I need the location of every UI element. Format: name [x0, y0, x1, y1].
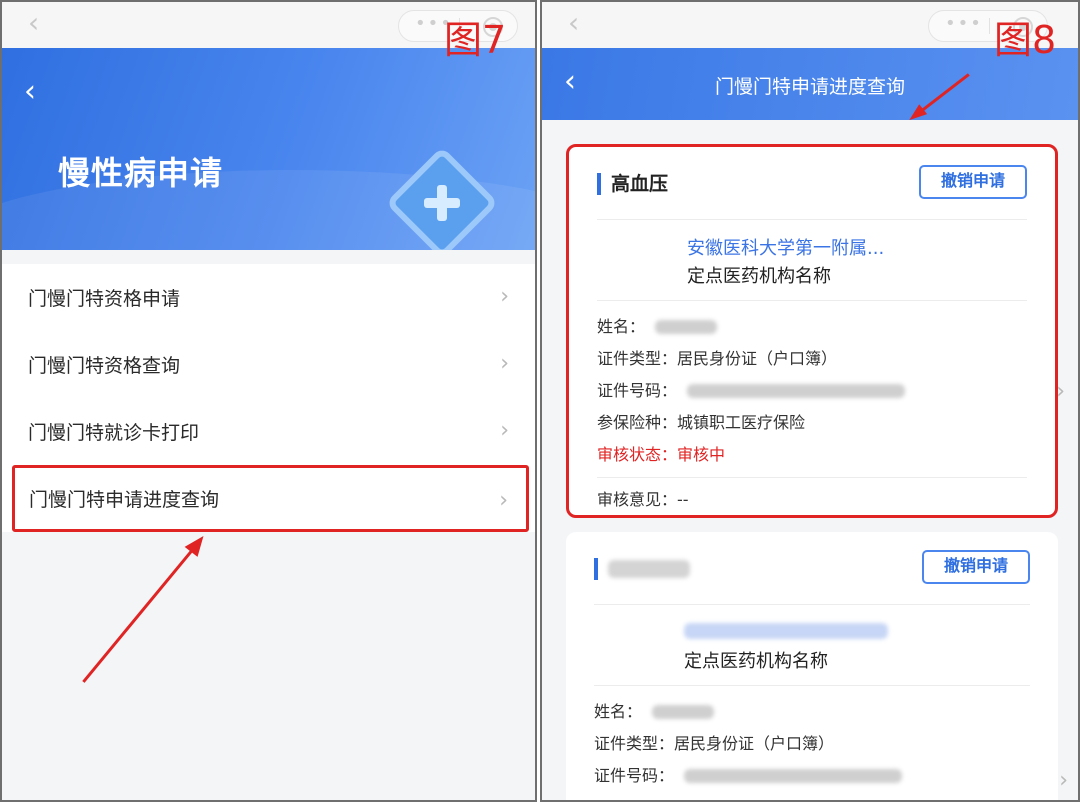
id-number-redacted — [687, 384, 905, 398]
insurance-value: 城镇职工医疗保险 — [677, 413, 806, 432]
menu-item-qualification-apply[interactable]: 门慢门特资格申请 › — [2, 264, 535, 331]
id-number-label: 证件号码： — [597, 381, 678, 400]
chevron-right-icon: › — [500, 418, 509, 443]
opinion-row: 审核意见：-- — [597, 478, 1027, 522]
applicant-info: 姓名： 证件类型：居民身份证（户口簿） 证件号码： — [594, 686, 1030, 792]
status-value: 审核中 — [677, 445, 726, 464]
institution-block: 定点医药机构名称 — [594, 605, 1030, 685]
institution-label: 定点医药机构名称 — [687, 266, 831, 287]
applicant-info: 姓名： 证件类型：居民身份证（户口簿） 证件号码： 参保险种：城镇职工医疗保险 … — [597, 301, 1027, 522]
chevron-right-icon: › — [500, 284, 509, 309]
status-row: 审核状态：审核中 — [597, 439, 1027, 471]
id-number-row: 证件号码： — [594, 760, 1030, 792]
menu-item-label: 门慢门特资格查询 — [28, 355, 181, 377]
insurance-label: 参保险种： — [597, 413, 678, 432]
back-icon[interactable]: ‹ — [24, 76, 36, 108]
name-value-redacted — [652, 705, 714, 719]
menu-item-label: 门慢门特就诊卡打印 — [28, 422, 200, 444]
institution-name-redacted — [684, 623, 888, 639]
capsule-divider — [989, 18, 990, 34]
institution-label: 定点医药机构名称 — [684, 651, 828, 672]
card-header: 撤销申请 — [594, 532, 1030, 604]
disease-name-redacted — [608, 560, 690, 578]
more-icon[interactable]: ••• — [945, 13, 983, 34]
id-type-row: 证件类型：居民身份证（户口簿） — [597, 343, 1027, 375]
right-phone-panel: ‹ ••• ‹ 门慢门特申请进度查询 高血压 撤销申请 安徽医科大学第一附属..… — [540, 0, 1080, 802]
left-phone-panel: ‹ ••• ‹ 慢性病申请 门慢门特资格申请 › 门慢门特资格查询 › 门慢门特… — [0, 0, 537, 802]
revoke-application-button[interactable]: 撤销申请 — [919, 165, 1027, 199]
top-back-icon[interactable]: ‹ — [568, 8, 579, 38]
institution-block: 安徽医科大学第一附属... 定点医药机构名称 — [597, 220, 1027, 300]
institution-name[interactable]: 安徽医科大学第一附属... — [687, 234, 884, 260]
chevron-right-icon[interactable]: › — [1059, 768, 1068, 793]
figure-label-8: 图8 — [994, 18, 1057, 62]
hero-banner: ‹ 慢性病申请 — [2, 48, 535, 250]
menu-item-label: 门慢门特资格申请 — [28, 288, 181, 310]
insurance-row: 参保险种：城镇职工医疗保险 — [597, 407, 1027, 439]
menu-item-qualification-query[interactable]: 门慢门特资格查询 › — [2, 331, 535, 398]
chevron-right-icon: › — [499, 488, 508, 513]
id-type-label: 证件类型： — [594, 734, 675, 753]
id-number-row: 证件号码： — [597, 375, 1027, 407]
page-title: 慢性病申请 — [58, 154, 224, 192]
name-label: 姓名： — [594, 702, 643, 721]
application-card[interactable]: 撤销申请 定点医药机构名称 姓名： 证件类型：居民身份证（户口簿） 证件号码： … — [566, 532, 1068, 800]
status-label: 审核状态： — [597, 445, 678, 464]
id-type-value: 居民身份证（户口簿） — [674, 734, 835, 753]
opinion-value: -- — [677, 490, 689, 509]
figure-label-7: 图7 — [444, 18, 507, 62]
menu-item-card-print[interactable]: 门慢门特就诊卡打印 › — [2, 398, 535, 465]
page-title: 门慢门特申请进度查询 — [714, 76, 905, 98]
chevron-right-icon[interactable]: › — [1056, 379, 1065, 404]
accent-bar — [597, 173, 601, 195]
menu-item-label: 门慢门特申请进度查询 — [29, 489, 220, 511]
name-row: 姓名： — [594, 696, 1030, 728]
opinion-label: 审核意见： — [597, 490, 678, 509]
menu-item-progress-query[interactable]: 门慢门特申请进度查询 › — [12, 465, 529, 532]
id-number-label: 证件号码： — [594, 766, 675, 785]
card-header: 高血压 撤销申请 — [597, 147, 1027, 219]
id-type-value: 居民身份证（户口簿） — [677, 349, 838, 368]
id-number-redacted — [684, 769, 902, 783]
top-back-icon[interactable]: ‹ — [28, 8, 39, 38]
name-value-redacted — [655, 320, 717, 334]
name-label: 姓名： — [597, 317, 646, 336]
chevron-right-icon: › — [500, 351, 509, 376]
application-card[interactable]: 高血压 撤销申请 安徽医科大学第一附属... 定点医药机构名称 姓名： 证件类型… — [566, 144, 1065, 518]
id-type-label: 证件类型： — [597, 349, 678, 368]
name-row: 姓名： — [597, 311, 1027, 343]
id-type-row: 证件类型：居民身份证（户口簿） — [594, 728, 1030, 760]
revoke-application-button[interactable]: 撤销申请 — [922, 550, 1030, 584]
service-menu: 门慢门特资格申请 › 门慢门特资格查询 › 门慢门特就诊卡打印 › 门慢门特申请… — [2, 264, 535, 532]
accent-bar — [594, 558, 598, 580]
disease-name: 高血压 — [611, 173, 669, 195]
